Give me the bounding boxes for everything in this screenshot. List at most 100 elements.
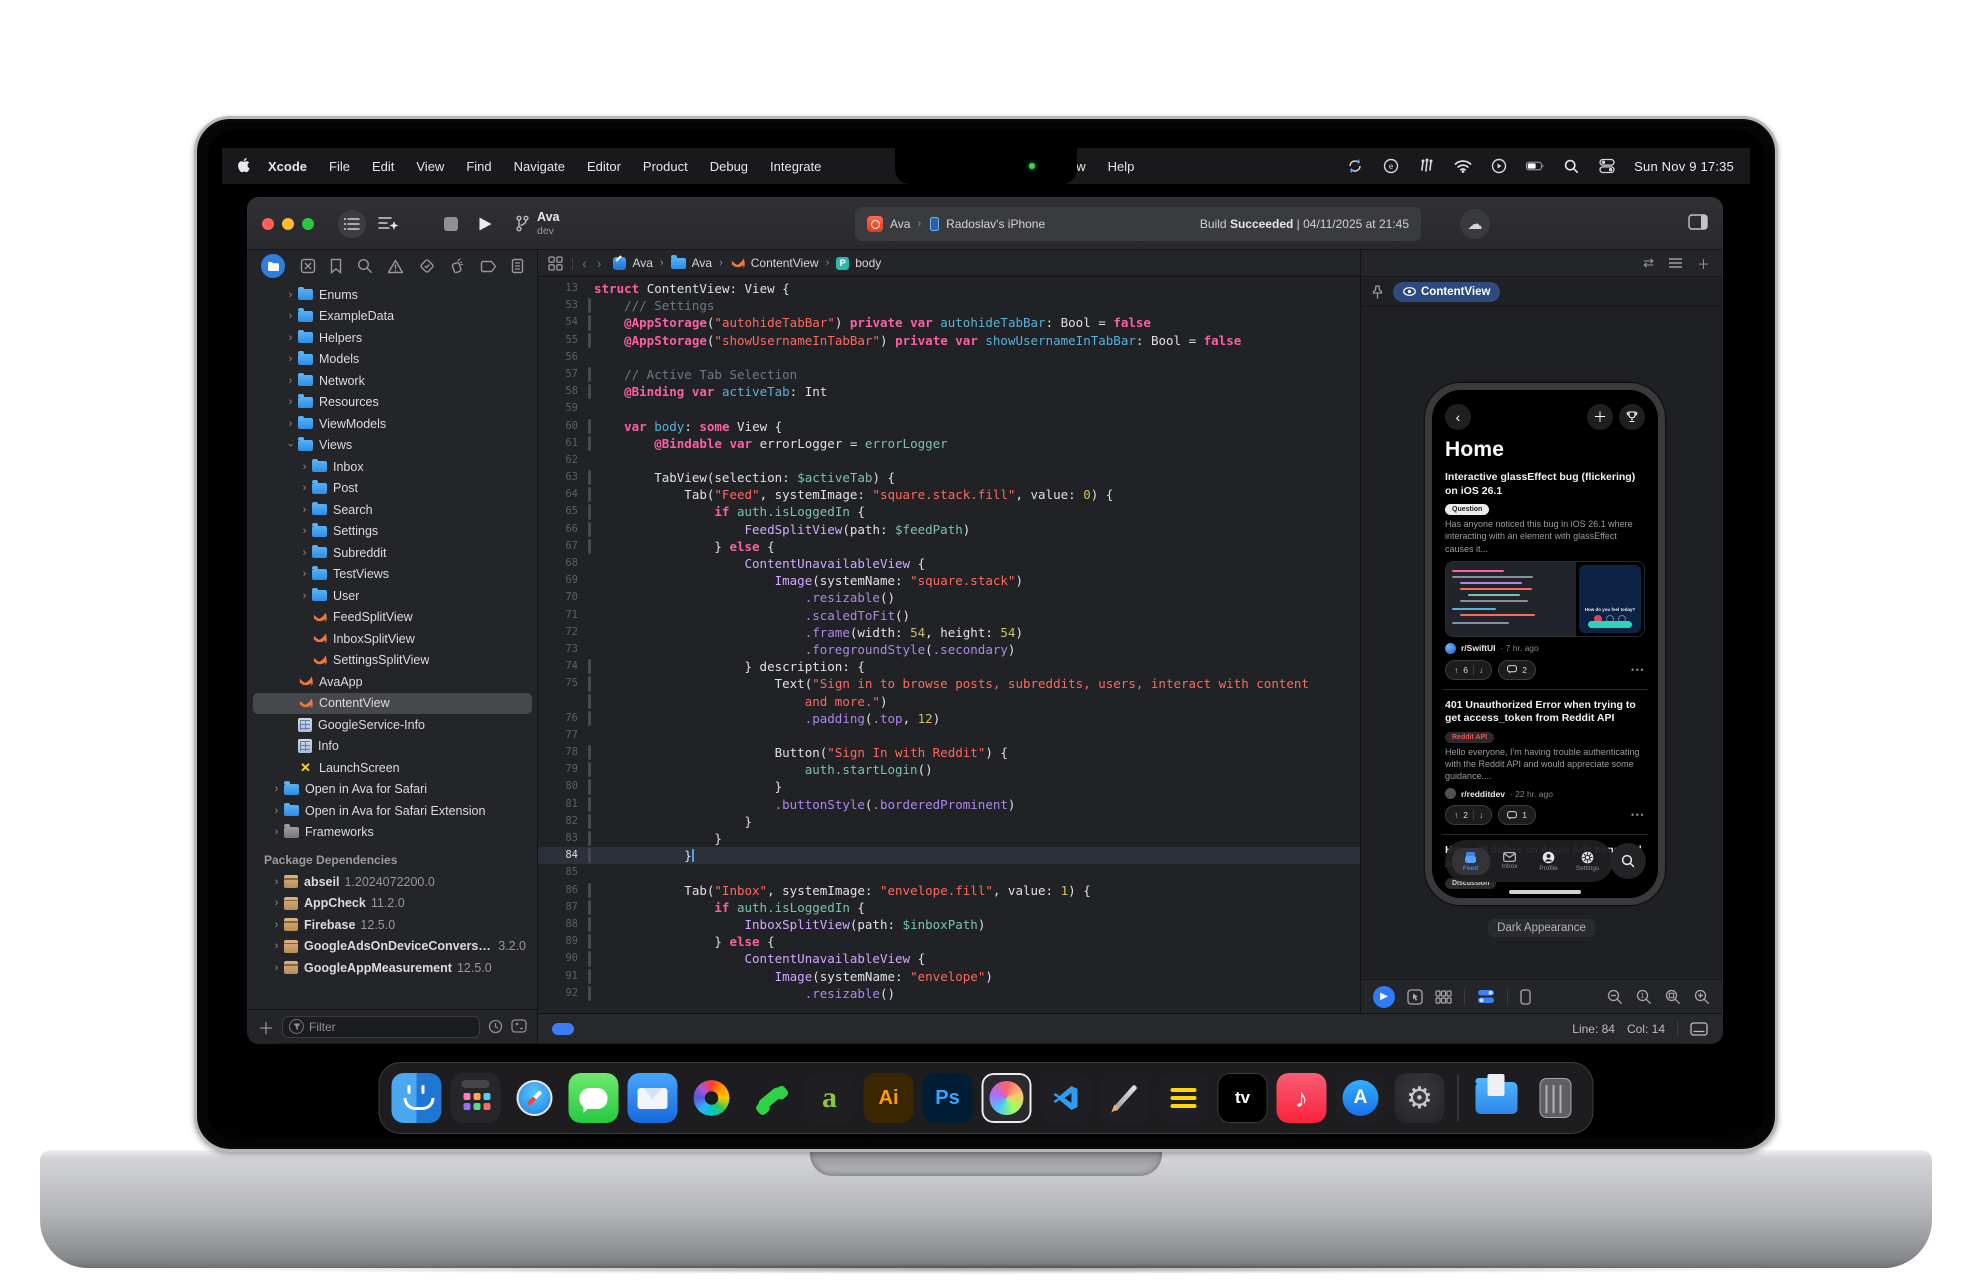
file-row[interactable]: ›Frameworks xyxy=(253,822,532,844)
target-name[interactable]: Ava xyxy=(890,217,910,231)
code-line[interactable]: 63TabView(selection: $activeTab) { xyxy=(538,469,1360,486)
dock-app-tv[interactable]: tv xyxy=(1218,1073,1268,1123)
file-row[interactable]: AvaApp xyxy=(253,671,532,693)
play-circle-icon[interactable] xyxy=(1490,158,1508,174)
menu-xcode[interactable]: Xcode xyxy=(257,159,318,174)
activity-view[interactable]: Ava › Radoslav's iPhone Build Succeeded … xyxy=(855,207,1421,241)
code-line[interactable]: 55@AppStorage("showUsernameInTabBar") pr… xyxy=(538,332,1360,349)
code-line[interactable]: 92.resizable() xyxy=(538,985,1360,1002)
zoom-100-icon[interactable]: 1 xyxy=(1636,989,1652,1005)
file-row[interactable]: ›Open in Ava for Safari Extension xyxy=(253,800,532,822)
file-row[interactable]: ›ExampleData xyxy=(253,306,532,328)
dock-app-vscode[interactable] xyxy=(1041,1073,1091,1123)
editor-options-icon[interactable] xyxy=(1668,257,1683,269)
phone-tab-settings[interactable]: Settings xyxy=(1569,848,1607,875)
selectable-mode-icon[interactable] xyxy=(1407,989,1423,1005)
file-row[interactable]: ›User xyxy=(253,585,532,607)
code-line[interactable]: 82} xyxy=(538,813,1360,830)
dock-app-pencil[interactable] xyxy=(1100,1073,1150,1123)
breakpoints-tab[interactable] xyxy=(480,260,497,273)
disclosure-chevron[interactable]: › xyxy=(285,438,297,453)
code-line[interactable]: 84} xyxy=(538,847,1360,864)
disclosure-chevron[interactable]: › xyxy=(297,525,312,537)
file-row[interactable]: ›Views xyxy=(253,435,532,457)
disclosure-chevron[interactable]: › xyxy=(297,547,312,559)
post-title[interactable]: 401 Unauthorized Error when trying to ge… xyxy=(1445,699,1645,726)
code-line[interactable]: and more.") xyxy=(538,693,1360,710)
disclosure-chevron[interactable]: › xyxy=(269,962,284,974)
file-row[interactable]: ›Enums xyxy=(253,284,532,306)
subreddit-name[interactable]: r/SwiftUI xyxy=(1461,643,1495,653)
dock-app-phone[interactable] xyxy=(746,1073,796,1123)
file-row[interactable]: ›Network xyxy=(253,370,532,392)
menu-editor[interactable]: Editor xyxy=(576,159,632,174)
code-line[interactable]: 71.scaledToFit() xyxy=(538,607,1360,624)
phone-tab-feed[interactable]: Feed xyxy=(1452,848,1490,875)
code-line[interactable]: 75Text("Sign in to browse posts, subredd… xyxy=(538,675,1360,692)
zoom-in-icon[interactable] xyxy=(1694,989,1710,1005)
post-card[interactable]: 401 Unauthorized Error when trying to ge… xyxy=(1445,699,1645,826)
code-line[interactable]: 89} else { xyxy=(538,933,1360,950)
breadcrumb-item[interactable]: Ava xyxy=(671,256,712,270)
post-card[interactable]: Interactive glassEffect bug (flickering)… xyxy=(1445,471,1645,680)
code-line[interactable]: 57// Active Tab Selection xyxy=(538,366,1360,383)
disclosure-chevron[interactable]: › xyxy=(269,919,284,931)
code-line[interactable]: 85 xyxy=(538,864,1360,881)
disclosure-chevron[interactable]: › xyxy=(283,310,298,322)
code-line[interactable]: 56 xyxy=(538,349,1360,366)
bookmarks-tab[interactable] xyxy=(330,258,342,274)
zoom-out-icon[interactable] xyxy=(1607,989,1623,1005)
ai-assistant-icon[interactable] xyxy=(378,215,400,233)
dock-app-active[interactable] xyxy=(982,1073,1032,1123)
scheme-selector[interactable]: Ava dev xyxy=(515,210,559,236)
code-line[interactable]: 77 xyxy=(538,727,1360,744)
appearance-label[interactable]: Dark Appearance xyxy=(1487,919,1596,937)
file-row[interactable]: ›ViewModels xyxy=(253,413,532,435)
code-line[interactable]: 87if auth.isLoggedIn { xyxy=(538,899,1360,916)
pin-icon[interactable] xyxy=(1371,285,1384,299)
filter-field[interactable]: Filter xyxy=(282,1016,480,1038)
menu-debug[interactable]: Debug xyxy=(699,159,759,174)
code-line[interactable]: 91Image(systemName: "envelope") xyxy=(538,968,1360,985)
live-preview-button[interactable]: ▶ xyxy=(1373,986,1395,1008)
run-destination[interactable]: Radoslav's iPhone xyxy=(946,217,1045,231)
run-button[interactable] xyxy=(478,216,493,232)
code-line[interactable]: 62 xyxy=(538,452,1360,469)
file-row[interactable]: ›Models xyxy=(253,349,532,371)
disclosure-chevron[interactable]: › xyxy=(283,375,298,387)
phone-tab-profile[interactable]: Profile xyxy=(1530,848,1568,875)
code-line[interactable]: 81.buttonStyle(.borderedProminent) xyxy=(538,796,1360,813)
code-line[interactable]: 72.frame(width: 54, height: 54) xyxy=(538,624,1360,641)
dock-app-settings[interactable]: ⚙ xyxy=(1395,1073,1445,1123)
dock-app-finder[interactable] xyxy=(392,1073,442,1123)
source-control-tab[interactable] xyxy=(300,258,316,274)
comments-pill[interactable]: 2 xyxy=(1498,660,1536,680)
add-preview-icon[interactable]: ＋ xyxy=(1697,254,1710,273)
project-navigator-tab[interactable] xyxy=(261,254,285,278)
code-line[interactable]: 61@Bindable var errorLogger = errorLogge… xyxy=(538,435,1360,452)
disclosure-chevron[interactable]: › xyxy=(283,289,298,301)
inspector-toggle-icon[interactable] xyxy=(1688,214,1708,230)
disclosure-chevron[interactable]: › xyxy=(297,461,312,473)
disclosure-chevron[interactable]: › xyxy=(297,504,312,516)
disclosure-chevron[interactable]: › xyxy=(269,826,284,838)
comments-pill[interactable]: 1 xyxy=(1498,805,1536,825)
control-center-icon[interactable] xyxy=(1598,158,1616,174)
dock-app-appstore[interactable]: A xyxy=(1336,1073,1386,1123)
code-line[interactable]: 80} xyxy=(538,778,1360,795)
code-line[interactable]: 66FeedSplitView(path: $feedPath) xyxy=(538,521,1360,538)
more-icon[interactable]: ••• xyxy=(1631,665,1645,675)
package-row[interactable]: ›GoogleAppMeasurement12.5.0 xyxy=(253,957,532,979)
phone-search-button[interactable] xyxy=(1610,843,1646,879)
disclosure-chevron[interactable]: › xyxy=(269,897,284,909)
code-line[interactable]: 70.resizable() xyxy=(538,589,1360,606)
preview-tab[interactable]: ContentView xyxy=(1393,282,1500,302)
subreddit-name[interactable]: r/redditdev xyxy=(1461,789,1505,799)
issues-tab[interactable] xyxy=(387,259,404,274)
minimize-window-button[interactable] xyxy=(282,218,294,230)
file-row[interactable]: ›TestViews xyxy=(253,564,532,586)
code-line[interactable]: 69Image(systemName: "square.stack") xyxy=(538,572,1360,589)
file-row[interactable]: ContentView xyxy=(253,693,532,715)
package-row[interactable]: ›Firebase12.5.0 xyxy=(253,914,532,936)
close-window-button[interactable] xyxy=(262,218,274,230)
